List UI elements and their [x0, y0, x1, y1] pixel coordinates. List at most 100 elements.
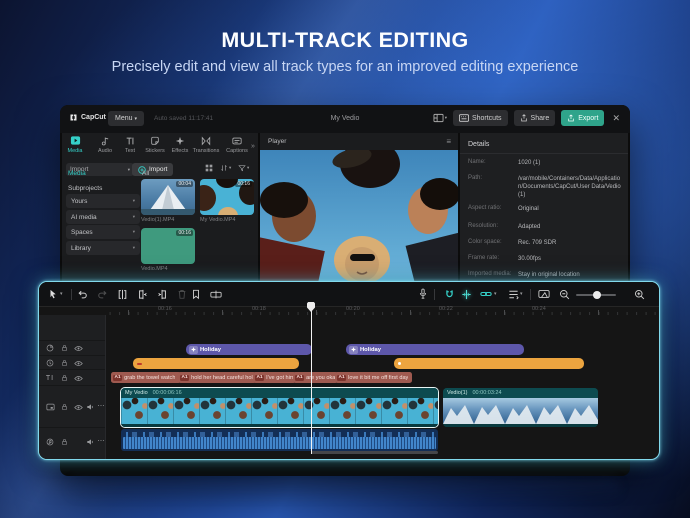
grid-view-icon[interactable] — [205, 164, 213, 172]
sidebar-item-label: Spaces — [71, 229, 93, 236]
track-height-icon[interactable] — [506, 287, 520, 301]
sidebar-item-ai-media[interactable]: AI media ▾ — [66, 210, 140, 224]
import-button[interactable]: Import — [132, 163, 173, 176]
sticker-clip-label: Holiday — [360, 347, 381, 353]
eye-icon[interactable] — [73, 358, 83, 368]
detail-value: 1020 (1) — [518, 159, 622, 167]
sticker-clip-holiday[interactable]: Holiday — [186, 344, 312, 355]
divider — [460, 153, 628, 154]
zoom-slider-handle[interactable] — [593, 291, 601, 299]
delete-left-icon[interactable] — [135, 287, 149, 301]
lock-icon[interactable] — [59, 402, 69, 412]
tab-effects[interactable]: Effects — [168, 135, 192, 159]
sidebar-item-subprojects[interactable]: Subprojects — [68, 185, 102, 192]
lock-icon[interactable] — [59, 343, 69, 353]
close-icon[interactable]: ✕ — [610, 113, 622, 124]
sidebar-item-label: AI media — [71, 214, 97, 221]
magnetism-icon[interactable] — [442, 287, 456, 301]
sticker-clip-holiday[interactable]: Holiday — [346, 344, 524, 355]
sidebar-item-spaces[interactable]: Spaces ▾ — [66, 225, 140, 239]
export-button[interactable]: Export — [561, 110, 604, 126]
chevron-down-icon[interactable]: ▾ — [60, 291, 63, 297]
timeline-ruler[interactable]: 00:16 00:18 00:20 00:22 00:24 — [105, 307, 659, 315]
undo-icon[interactable] — [75, 287, 89, 301]
track-header-sticker — [39, 340, 105, 356]
track-header-template — [39, 355, 105, 370]
sort-icon[interactable]: ▾ — [220, 164, 231, 172]
tab-label: Captions — [226, 148, 248, 154]
more-options-icon[interactable]: ⋯ — [96, 401, 106, 411]
caption-clip[interactable]: A1 love it bit me off first day — [335, 372, 412, 383]
player-menu-icon[interactable]: ≡ — [446, 137, 451, 146]
caption-clip[interactable]: A1 are you okay — [293, 372, 338, 383]
chevron-down-icon[interactable]: ▾ — [494, 291, 497, 297]
voiceover-mic-icon[interactable] — [416, 287, 430, 301]
chevron-down-icon[interactable]: ▾ — [520, 291, 523, 297]
share-label: Share — [531, 115, 550, 122]
audio-clip[interactable] — [121, 429, 438, 451]
template-clip[interactable] — [394, 358, 584, 369]
caption-clip[interactable]: A1 hold her head careful hol — [178, 372, 256, 383]
player-viewport[interactable] — [260, 150, 458, 281]
linking-icon[interactable] — [479, 287, 493, 301]
delete-right-icon[interactable] — [155, 287, 169, 301]
keyboard-icon — [459, 114, 469, 122]
lock-icon[interactable] — [59, 437, 69, 447]
mute-speaker-icon[interactable] — [85, 402, 95, 412]
zoom-in-icon[interactable] — [632, 287, 646, 301]
video-clip-my-vedio[interactable]: My Vedio 00:00:06:16 — [121, 388, 438, 427]
media-thumbnail-group[interactable]: 00:16 — [200, 179, 254, 215]
tab-captions[interactable]: Captions — [225, 135, 249, 159]
sidebar-item-yours[interactable]: Yours ▾ — [66, 194, 140, 208]
redo-icon[interactable] — [95, 287, 109, 301]
preview-axis-icon[interactable] — [537, 287, 551, 301]
chevron-down-icon: ▾ — [133, 229, 135, 235]
sidebar-item-label: Yours — [71, 198, 87, 205]
eye-icon[interactable] — [73, 373, 83, 383]
shortcuts-button[interactable]: Shortcuts — [453, 110, 508, 126]
tab-media[interactable]: Media — [63, 135, 87, 159]
filter-icon[interactable]: ▾ — [238, 164, 249, 172]
share-button[interactable]: Share — [514, 110, 556, 126]
eye-icon[interactable] — [73, 402, 83, 412]
lock-icon[interactable] — [59, 358, 69, 368]
layout-panels-icon[interactable]: ▾ — [433, 113, 447, 123]
caption-clip[interactable]: A1 grab the towel watch — [111, 372, 181, 383]
detail-label: Resolution: — [468, 223, 498, 229]
ruler-tick-label: 00:20 — [346, 306, 360, 312]
template-clip[interactable] — [133, 358, 299, 369]
video-filmstrip — [443, 398, 598, 424]
media-thumbnail-group-2[interactable]: 00:16 — [141, 228, 195, 264]
delete-icon[interactable] — [175, 287, 189, 301]
video-clip-timecode: 00:00:03:24 — [473, 390, 502, 396]
tab-text[interactable]: Text — [118, 135, 142, 159]
playhead-line[interactable] — [311, 303, 312, 454]
template-track-icon — [45, 358, 55, 368]
timeline-horizontal-scrollbar[interactable] — [311, 451, 438, 454]
snapping-icon[interactable] — [459, 287, 473, 301]
marker-icon[interactable] — [189, 287, 203, 301]
media-panel: Media Audio Text Stickers — [62, 133, 258, 285]
sticker-badge-icon — [189, 346, 198, 354]
more-options-icon[interactable]: ⋯ — [96, 436, 106, 446]
mute-speaker-icon[interactable] — [85, 437, 95, 447]
video-clip-vedio-1[interactable]: Vedio(1) 00:00:03:24 — [443, 388, 598, 427]
rename-icon[interactable] — [209, 287, 223, 301]
media-thumbnail-mountain[interactable]: 00:04 — [141, 179, 195, 215]
eye-icon[interactable] — [73, 343, 83, 353]
tab-stickers[interactable]: Stickers — [143, 135, 167, 159]
split-icon[interactable] — [115, 287, 129, 301]
timeline-zoom-slider[interactable] — [576, 294, 616, 296]
video-track-icon — [45, 402, 55, 412]
tab-transitions[interactable]: Transitions — [194, 135, 218, 159]
sidebar-item-media[interactable]: Media — [68, 170, 86, 177]
caption-clip[interactable]: A1 I've got him — [253, 372, 296, 383]
video-clip-timecode: 00:00:06:16 — [153, 390, 182, 396]
sidebar-item-library[interactable]: Library ▾ — [66, 241, 140, 255]
select-tool-icon[interactable] — [46, 287, 60, 301]
zoom-out-icon[interactable] — [557, 287, 571, 301]
tab-audio[interactable]: Audio — [93, 135, 117, 159]
chevron-down-icon: ▾ — [133, 214, 135, 220]
lock-icon[interactable] — [59, 373, 69, 383]
more-tabs-icon[interactable]: » — [251, 143, 255, 150]
